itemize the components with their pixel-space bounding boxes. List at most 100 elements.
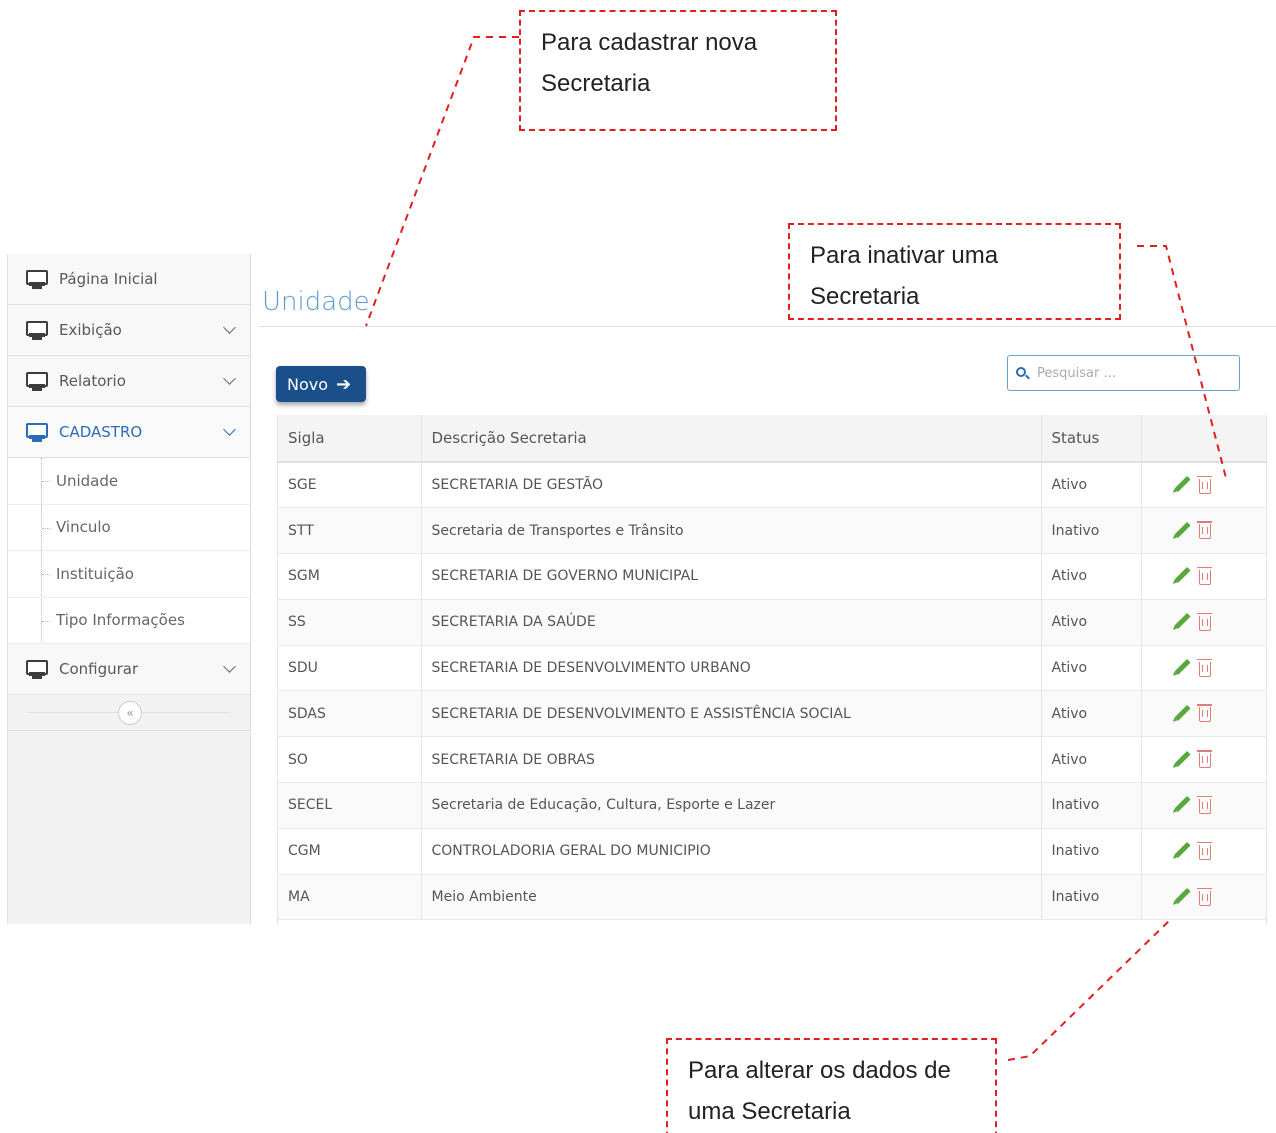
search-box[interactable] (1007, 355, 1240, 391)
search-input[interactable] (1037, 365, 1227, 381)
arrow-right-icon: ➔ (336, 373, 352, 395)
trash-icon[interactable] (1196, 795, 1212, 814)
table-row: SGM SECRETARIA DE GOVERNO MUNICIPAL Ativo (278, 553, 1266, 600)
sidebar-item-label: Configurar (59, 660, 139, 678)
trash-icon[interactable] (1196, 475, 1212, 494)
callout-text: Para alterar os dados de (688, 1057, 951, 1084)
table-row: MA Meio Ambiente Inativo (278, 874, 1266, 921)
collapse-sidebar-button[interactable]: « (118, 701, 142, 725)
submenu-item-tipo-informacoes[interactable]: Tipo Informações (8, 598, 250, 644)
cell-sigla: SGM (278, 553, 422, 600)
chevron-down-icon (223, 423, 236, 436)
trash-icon[interactable] (1196, 612, 1212, 631)
submenu-item-label: Instituição (56, 564, 134, 583)
sidebar-item-label: CADASTRO (59, 423, 143, 441)
submenu-item-instituicao[interactable]: Instituição (8, 551, 250, 598)
table-row: SDU SECRETARIA DE DESENVOLVIMENTO URBANO A… (278, 645, 1266, 692)
callout-text: uma Secretaria (688, 1098, 851, 1125)
cell-actions (1141, 553, 1266, 600)
cell-sigla: MA (278, 874, 422, 921)
trash-icon[interactable] (1196, 841, 1212, 860)
chevron-down-icon (223, 660, 236, 673)
cell-descricao: SECRETARIA DA SAÚDE (421, 599, 1042, 646)
callout-new: Para cadastrar nova Secretaria (519, 10, 837, 131)
pencil-icon[interactable] (1173, 750, 1191, 767)
cell-actions (1141, 599, 1266, 646)
column-header-sigla[interactable]: Sigla (278, 415, 422, 463)
pencil-icon[interactable] (1173, 476, 1191, 493)
table-row: CGM CONTROLADORIA GERAL DO MUNICIPIO Inati… (278, 828, 1266, 875)
cell-descricao: SECRETARIA DE DESENVOLVIMENTO E ASSISTÊN… (421, 690, 1042, 738)
cell-sigla: SDAS (278, 690, 422, 738)
leader-line-edit (1007, 919, 1171, 1061)
cell-sigla: CGM (278, 828, 422, 875)
table-row: SS SECRETARIA DA SAÚDE Ativo (278, 599, 1266, 646)
submenu-item-unidade[interactable]: Unidade (8, 458, 250, 505)
sidebar-item-relatorio[interactable]: Relatorio (8, 356, 250, 407)
monitor-icon (26, 422, 48, 442)
cell-status: Ativo (1041, 736, 1142, 784)
cell-status: Inativo (1041, 874, 1142, 921)
sidebar-item-label: Exibição (59, 321, 122, 339)
pencil-icon[interactable] (1173, 704, 1191, 722)
cell-actions (1141, 507, 1266, 555)
trash-icon[interactable] (1196, 704, 1212, 723)
pencil-icon[interactable] (1173, 567, 1191, 584)
table-row: SGE SECRETARIA DE GESTÃO Ativo (278, 462, 1266, 509)
trash-icon[interactable] (1196, 887, 1212, 906)
secretarias-table: Sigla Descrição Secretaria Status SGE SEC… (277, 415, 1267, 924)
pencil-icon[interactable] (1173, 796, 1191, 813)
table-row: STT Secretaria de Transportes e Trânsito I… (278, 507, 1266, 555)
trash-icon[interactable] (1196, 521, 1212, 540)
callout-text: Para inativar uma (810, 242, 999, 269)
trash-icon[interactable] (1196, 566, 1212, 585)
sidebar-item-cadastro[interactable]: CADASTRO (8, 407, 250, 458)
sidebar-item-label: Página Inicial (59, 270, 158, 288)
column-header-status[interactable]: Status (1041, 415, 1142, 463)
cell-actions (1141, 782, 1266, 829)
search-icon (1016, 366, 1030, 380)
cell-descricao: Meio Ambiente (421, 874, 1042, 921)
new-button[interactable]: Novo ➔ (276, 366, 366, 402)
cell-actions (1141, 828, 1266, 875)
cell-status: Ativo (1041, 690, 1142, 738)
pencil-icon[interactable] (1173, 521, 1191, 538)
sidebar-item-configurar[interactable]: Configurar (8, 644, 250, 695)
cell-descricao: Secretaria de Educação, Cultura, Esporte… (421, 782, 1042, 829)
monitor-icon (26, 659, 48, 679)
callout-inactivate: Para inativar uma Secretaria (788, 223, 1121, 320)
pencil-icon[interactable] (1173, 658, 1191, 676)
cell-actions (1141, 462, 1266, 509)
cell-descricao: SECRETARIA DE DESENVOLVIMENTO URBANO (421, 645, 1042, 692)
sidebar-item-pagina-inicial[interactable]: Página Inicial (8, 254, 250, 305)
sidebar-item-exibicao[interactable]: Exibição (8, 305, 250, 356)
monitor-icon (26, 320, 48, 340)
cell-descricao: CONTROLADORIA GERAL DO MUNICIPIO (421, 828, 1042, 875)
callout-text: Secretaria (541, 70, 651, 97)
cell-actions (1141, 736, 1266, 784)
sidebar: Página Inicial Exibição Relatorio CADAST… (7, 254, 251, 924)
cell-sigla: SS (278, 599, 422, 646)
cell-sigla: SDU (278, 645, 422, 692)
cell-status: Inativo (1041, 782, 1142, 829)
trash-icon[interactable] (1196, 658, 1212, 677)
cell-sigla: STT (278, 507, 422, 555)
cell-status: Ativo (1041, 462, 1142, 509)
cell-descricao: SECRETARIA DE OBRAS (421, 736, 1042, 784)
sidebar-item-label: Relatorio (59, 372, 126, 390)
submenu-item-vinculo[interactable]: Vinculo (8, 505, 250, 551)
trash-icon[interactable] (1196, 750, 1212, 769)
submenu-cadastro: Unidade Vinculo Instituição Tipo Informa… (8, 458, 250, 644)
submenu-item-label: Unidade (56, 471, 119, 490)
pencil-icon[interactable] (1173, 842, 1191, 859)
cell-status: Inativo (1041, 507, 1142, 555)
pencil-icon[interactable] (1173, 887, 1191, 905)
column-header-actions (1141, 415, 1266, 463)
cell-status: Ativo (1041, 553, 1142, 600)
cell-actions (1141, 645, 1266, 692)
table-row: SDAS SECRETARIA DE DESENVOLVIMENTO E ASSI… (278, 690, 1266, 738)
column-header-descricao[interactable]: Descrição Secretaria (421, 415, 1042, 463)
cell-status: Ativo (1041, 645, 1142, 692)
chevron-down-icon (223, 372, 236, 385)
pencil-icon[interactable] (1173, 613, 1191, 630)
